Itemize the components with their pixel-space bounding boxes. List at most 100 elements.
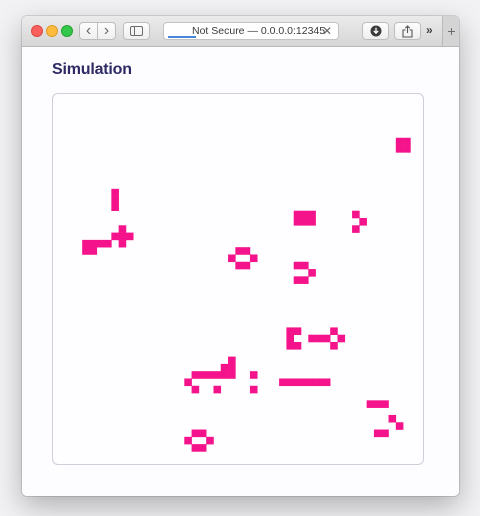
live-cell [366,400,375,408]
downloads-button[interactable] [362,22,389,40]
minimize-window-button[interactable] [46,25,58,37]
live-cell [395,137,404,146]
live-cell [184,436,192,445]
live-cell [111,188,119,197]
live-cell [198,371,207,379]
live-cell [184,378,192,387]
live-cell [308,378,316,387]
live-cell [242,261,251,270]
live-cell [293,210,302,219]
live-cell [89,239,98,248]
page-title: Simulation [52,61,132,78]
live-cell [104,239,112,248]
live-cell [213,385,222,394]
live-cell [308,334,316,343]
live-cell [293,327,302,335]
live-cell [293,261,302,270]
toolbar-overflow-icon[interactable]: » [426,23,433,37]
address-text: Not Secure — 0.0.0.0:12345 [192,25,326,37]
browser-toolbar: ‹ › Not Secure — 0.0.0.0:12345 ✕ » + [22,16,459,47]
live-cell [191,371,200,379]
live-cell [228,356,236,365]
live-cell [293,276,302,284]
live-cell [308,210,316,219]
forward-button[interactable]: › [97,22,116,40]
live-cell [301,210,309,219]
live-cell [330,327,338,335]
live-cell [352,225,360,233]
live-cell [322,378,331,387]
live-cell [381,429,389,438]
live-cell [403,145,411,153]
live-cell [206,371,214,379]
live-cell [330,342,338,350]
chevron-right-icon: › [103,22,110,39]
live-cell [228,363,236,372]
back-button[interactable]: ‹ [79,22,98,40]
live-cell [315,334,324,343]
live-cell [301,261,309,270]
live-cell [198,429,207,438]
live-cell [337,334,346,343]
live-cell [82,247,90,255]
live-cell [111,196,119,204]
live-cell [191,429,200,438]
plus-icon: + [447,23,456,39]
live-cell [228,254,236,263]
live-cell [206,436,214,445]
page-content: Simulation [22,47,459,496]
live-cell [403,137,411,146]
zoom-window-button[interactable] [61,25,73,37]
live-cell [301,218,309,226]
live-cell [228,371,236,379]
live-cell [111,203,119,211]
share-button[interactable] [394,22,421,40]
live-cell [191,385,200,394]
live-cell [249,254,258,263]
live-cell [249,385,258,394]
download-icon [370,25,381,37]
live-cell [322,334,331,343]
address-bar[interactable]: Not Secure — 0.0.0.0:12345 ✕ [163,22,339,40]
live-cell [111,232,119,241]
live-cell [301,276,309,284]
live-cell [213,371,222,379]
live-cell [220,363,229,372]
live-cell [381,400,389,408]
new-tab-button[interactable]: + [442,16,459,46]
live-cell [293,342,302,350]
live-cell [220,371,229,379]
live-cell [293,218,302,226]
live-cell [301,378,309,387]
live-cell [315,378,324,387]
live-cell [118,225,127,233]
live-cell [286,378,294,387]
live-cell [286,327,294,335]
live-cell [125,232,134,241]
live-cell [89,247,98,255]
sidebar-icon [130,26,143,36]
live-cell [249,371,258,379]
simulation-grid [82,137,411,452]
live-cell [96,239,105,248]
close-window-button[interactable] [31,25,43,37]
live-cell [118,232,127,241]
live-cell [352,210,360,219]
live-cell [191,444,200,452]
sidebar-toggle-button[interactable] [123,22,150,40]
live-cell [286,334,294,343]
live-cell [286,342,294,350]
live-cell [82,239,90,248]
live-cell [279,378,287,387]
live-cell [388,414,397,423]
live-cell [198,444,207,452]
live-cell [242,247,251,255]
live-cell [373,429,382,438]
live-cell [373,400,382,408]
live-cell [395,422,404,430]
simulation-panel [52,93,424,465]
stop-loading-icon[interactable]: ✕ [322,24,332,38]
live-cell [395,145,404,153]
live-cell [235,247,243,255]
browser-window: ‹ › Not Secure — 0.0.0.0:12345 ✕ » + Sim… [22,16,459,496]
